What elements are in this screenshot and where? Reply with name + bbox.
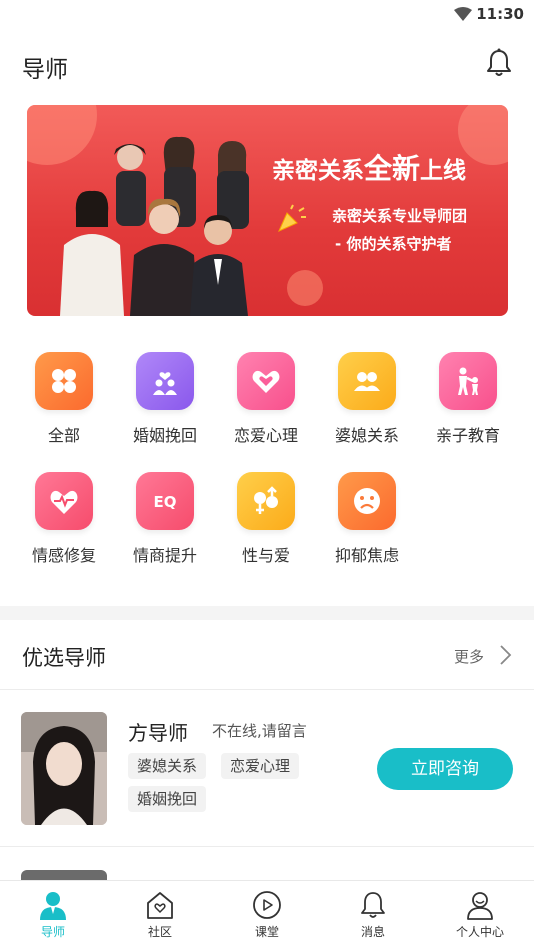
mentor-group-image bbox=[60, 136, 249, 316]
tab-label: 社区 bbox=[147, 925, 172, 939]
mentor-icon bbox=[40, 892, 66, 920]
mentor-name: 方导师 bbox=[128, 721, 188, 745]
section-title: 优选导师 bbox=[22, 646, 106, 670]
play-icon bbox=[253, 891, 281, 919]
people-icon bbox=[354, 372, 380, 391]
banner-headline-big: 全新 bbox=[364, 152, 421, 185]
chevron-right-icon[interactable] bbox=[498, 644, 512, 666]
mentor-tag: 婆媳关系 bbox=[128, 753, 207, 779]
tab-classroom[interactable]: 课堂 bbox=[214, 881, 320, 949]
category-icon-box: EQ bbox=[136, 472, 194, 530]
category-marriage[interactable]: 婚姻挽回 bbox=[115, 352, 215, 446]
app-header: 导师 bbox=[0, 40, 534, 90]
category-icon-box bbox=[35, 352, 93, 410]
mentor-tag: 恋爱心理 bbox=[221, 753, 300, 779]
category-label: 婚姻挽回 bbox=[132, 426, 197, 445]
category-label: 情商提升 bbox=[132, 546, 197, 565]
more-link[interactable]: 更多 bbox=[454, 646, 484, 667]
banner-headline-suffix: 上线 bbox=[420, 158, 467, 184]
category-label: 抑郁焦虑 bbox=[334, 546, 399, 565]
tab-label: 消息 bbox=[360, 925, 385, 939]
category-love[interactable]: 恋爱心理 bbox=[216, 352, 316, 446]
category-label: 全部 bbox=[47, 426, 80, 445]
category-icon-box bbox=[338, 352, 396, 410]
mentor-photo bbox=[21, 712, 107, 825]
category-eq[interactable]: EQ 情商提升 bbox=[115, 472, 215, 566]
grid-icon bbox=[52, 369, 76, 393]
status-time: 11:30 bbox=[476, 5, 524, 23]
tab-label: 课堂 bbox=[254, 925, 279, 939]
promo-banner[interactable]: 亲密关系全新上线 亲密关系专业导师团 - 你的关系守护者 bbox=[27, 105, 508, 316]
svg-text:EQ: EQ bbox=[154, 493, 177, 511]
banner-decoration bbox=[287, 270, 323, 306]
category-icon-box bbox=[35, 472, 93, 530]
tab-messages[interactable]: 消息 bbox=[320, 881, 426, 949]
user-icon bbox=[467, 892, 493, 920]
hearts-icon bbox=[252, 370, 280, 393]
consult-now-button[interactable]: 立即咨询 bbox=[377, 748, 513, 790]
category-emotional-repair[interactable]: 情感修复 bbox=[14, 472, 114, 566]
status-bar: 11:30 bbox=[0, 0, 534, 30]
category-in-laws[interactable]: 婆媳关系 bbox=[317, 352, 417, 446]
banner-tagline: - 你的关系守护者 bbox=[335, 235, 452, 253]
category-icon-box bbox=[237, 472, 295, 530]
party-popper-icon bbox=[278, 204, 306, 232]
category-label: 恋爱心理 bbox=[233, 426, 298, 445]
banner-subtitle: 亲密关系专业导师团 bbox=[332, 207, 468, 225]
category-parenting[interactable]: 亲子教育 bbox=[418, 352, 518, 446]
page-title: 导师 bbox=[22, 57, 68, 83]
tab-label: 导师 bbox=[40, 925, 65, 939]
tab-label: 个人中心 bbox=[455, 925, 504, 939]
category-icon-box bbox=[237, 352, 295, 410]
tab-mentor[interactable]: 导师 bbox=[0, 881, 106, 949]
sad-face-icon bbox=[354, 488, 380, 514]
bottom-tab-bar: 导师 社区 课堂 消息 个人中心 bbox=[0, 880, 534, 949]
mentor-avatar[interactable] bbox=[21, 712, 107, 825]
category-icon-box bbox=[439, 352, 497, 410]
wifi-icon bbox=[454, 7, 472, 21]
heartbeat-icon bbox=[50, 490, 78, 514]
category-label: 性与爱 bbox=[241, 546, 290, 565]
tab-profile[interactable]: 个人中心 bbox=[427, 881, 533, 949]
parent-child-icon bbox=[458, 367, 478, 395]
section-divider bbox=[0, 606, 534, 620]
banner-headline-prefix: 亲密关系 bbox=[272, 158, 364, 184]
category-icon-box bbox=[136, 352, 194, 410]
category-all[interactable]: 全部 bbox=[14, 352, 114, 446]
mentor-tag: 婚姻挽回 bbox=[128, 786, 207, 812]
category-label: 情感修复 bbox=[31, 546, 96, 565]
eq-icon: EQ bbox=[154, 493, 177, 511]
bell-icon bbox=[361, 892, 385, 918]
banner-headline: 亲密关系全新上线 bbox=[272, 147, 466, 187]
mentor-card[interactable]: 方导师 不在线,请留言 婆媳关系 恋爱心理 婚姻挽回 立即咨询 bbox=[0, 691, 534, 847]
category-icon-box bbox=[338, 472, 396, 530]
tab-community[interactable]: 社区 bbox=[107, 881, 213, 949]
gender-icon bbox=[254, 486, 278, 514]
mentor-status: 不在线,请留言 bbox=[212, 722, 307, 740]
couple-icon bbox=[153, 372, 177, 395]
category-label: 婆媳关系 bbox=[334, 426, 399, 445]
notification-bell-icon[interactable] bbox=[486, 48, 512, 78]
category-sex-love[interactable]: 性与爱 bbox=[216, 472, 316, 566]
category-label: 亲子教育 bbox=[435, 426, 500, 445]
home-heart-icon bbox=[147, 892, 173, 919]
category-depression-anxiety[interactable]: 抑郁焦虑 bbox=[317, 472, 417, 566]
featured-mentors-header: 优选导师 更多 bbox=[0, 620, 534, 690]
